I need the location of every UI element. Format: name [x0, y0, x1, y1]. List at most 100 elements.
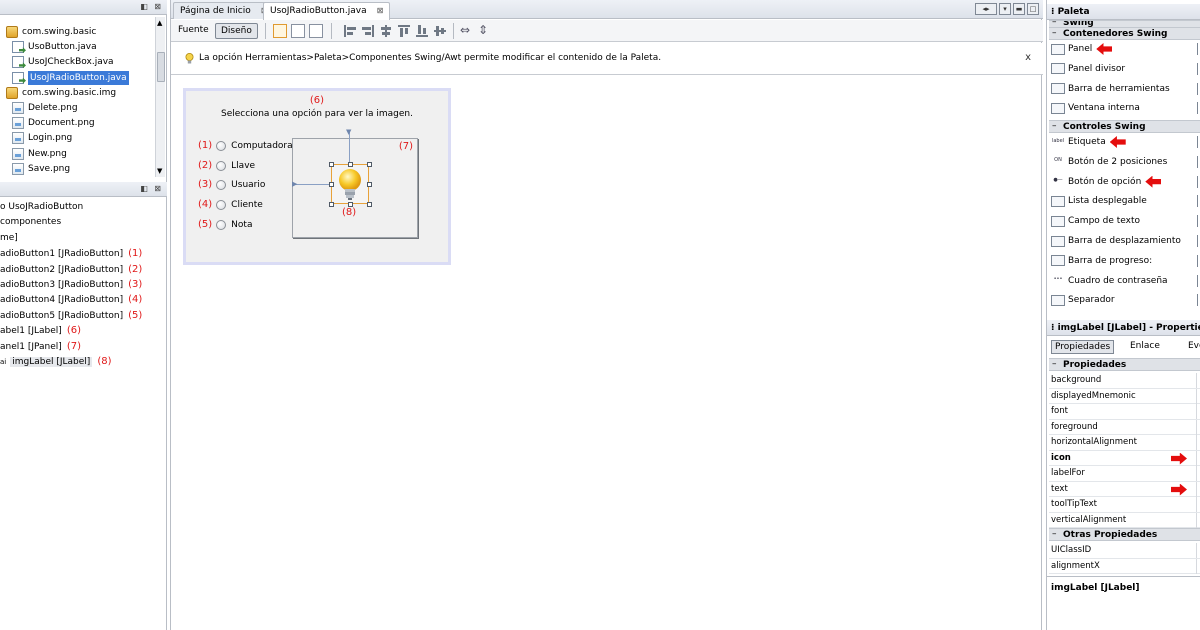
navigator-item[interactable]: adioButton1 [JRadioButton] (1): [0, 246, 142, 261]
palette-item[interactable]: label Etiqueta: [1051, 134, 1126, 150]
projects-window-controls[interactable]: ◧ ⊠: [140, 2, 163, 11]
navigator-item[interactable]: componentes: [0, 215, 61, 230]
form-designer-canvas[interactable]: (6) Selecciona una opción para ver la im…: [183, 88, 451, 265]
scroll-down-icon[interactable]: ▼: [157, 167, 162, 175]
property-row[interactable]: font: [1049, 404, 1200, 420]
tab-pagina-inicio[interactable]: Página de Inicio⊠: [173, 2, 275, 19]
close-hint-button[interactable]: x: [1025, 52, 1031, 63]
center-horizontal-icon[interactable]: [379, 24, 393, 38]
close-icon[interactable]: ⊠: [377, 6, 384, 15]
palette-item[interactable]: Barra de herramientas: [1051, 81, 1170, 97]
dropdown-icon[interactable]: ▾: [999, 3, 1011, 15]
project-tree-scrollbar[interactable]: ▲ ▼: [155, 17, 165, 177]
property-row[interactable]: labelFor: [1049, 466, 1200, 482]
resize-handle[interactable]: [348, 162, 353, 167]
navigator-item[interactable]: adioButton3 [JRadioButton] (3): [0, 277, 142, 292]
resize-handle[interactable]: [367, 162, 372, 167]
property-row[interactable]: foreground: [1049, 419, 1200, 435]
navigator-item[interactable]: adioButton5 [JRadioButton] (5): [0, 308, 142, 323]
tree-item[interactable]: UsoJRadioButton.java: [12, 70, 129, 85]
resize-handle[interactable]: [329, 182, 334, 187]
navigator-item[interactable]: me]: [0, 231, 18, 246]
property-row[interactable]: icon: [1049, 450, 1200, 466]
property-row[interactable]: background: [1049, 373, 1200, 389]
radio-button[interactable]: (3) Usuario: [198, 178, 265, 192]
palette-category-containers[interactable]: Contenedores Swing: [1049, 27, 1200, 40]
palette-item[interactable]: Barra de progreso:: [1051, 253, 1152, 269]
connection-mode-icon[interactable]: [291, 24, 305, 38]
radio-circle-icon[interactable]: [216, 219, 227, 230]
maximize-icon[interactable]: □: [1027, 3, 1039, 15]
radio-circle-icon[interactable]: [216, 180, 227, 191]
navigator-item[interactable]: abel1 [JLabel] (6): [0, 323, 81, 338]
radio-button[interactable]: (4) Cliente: [198, 198, 263, 212]
tree-item[interactable]: Save.png: [12, 162, 70, 176]
radio-circle-icon[interactable]: [216, 200, 227, 211]
tree-item[interactable]: UsoButton.java: [12, 40, 97, 54]
palette-item[interactable]: ON Botón de 2 posiciones: [1051, 154, 1167, 170]
selection-mode-icon[interactable]: [273, 24, 287, 38]
tree-item[interactable]: com.swing.basic.img: [6, 86, 116, 100]
scroll-up-icon[interactable]: ▲: [157, 19, 162, 27]
vertical-resize-icon[interactable]: ⇕: [478, 23, 488, 37]
property-row[interactable]: horizontalAlignment: [1049, 435, 1200, 451]
tab-usojradiobutton[interactable]: UsoJRadioButton.java ⊠: [263, 2, 391, 20]
tree-item[interactable]: com.swing.basic: [6, 25, 96, 39]
radio-circle-icon[interactable]: [216, 160, 227, 171]
palette-item[interactable]: Lista desplegable: [1051, 193, 1147, 209]
property-row[interactable]: UIClassID: [1049, 543, 1200, 559]
jpanel1[interactable]: (7) ▼ ▶ (8): [292, 128, 418, 238]
navigator-item[interactable]: anel1 [JPanel] (7): [0, 339, 81, 354]
properties-category[interactable]: Propiedades: [1049, 358, 1200, 371]
palette-item[interactable]: ●— Botón de opción: [1051, 174, 1162, 190]
palette-item[interactable]: Separador: [1051, 292, 1115, 308]
palette-item[interactable]: Panel divisor: [1051, 61, 1125, 77]
resize-handle[interactable]: [367, 182, 372, 187]
palette-item[interactable]: Panel: [1051, 41, 1113, 57]
design-button[interactable]: Diseño: [215, 23, 258, 39]
radio-button[interactable]: (1) Computadora: [198, 139, 293, 153]
resize-handle[interactable]: [329, 202, 334, 207]
palette-item[interactable]: Barra de desplazamiento: [1051, 233, 1181, 249]
img-label[interactable]: [331, 164, 369, 204]
property-row[interactable]: verticalAlignment: [1049, 512, 1200, 528]
navigator-window-controls[interactable]: ◧ ⊠: [140, 184, 163, 193]
jlabel1-text[interactable]: Selecciona una opción para ver la imagen…: [186, 109, 448, 119]
resize-handle[interactable]: [367, 202, 372, 207]
tree-item[interactable]: UsoJCheckBox.java: [12, 55, 114, 69]
other-properties-category[interactable]: Otras Propiedades: [1049, 528, 1200, 541]
tab-scroll-icon[interactable]: ◂▸: [975, 3, 997, 15]
tree-item[interactable]: Delete.png: [12, 101, 78, 115]
navigator-item[interactable]: adioButton4 [JRadioButton] (4): [0, 292, 142, 307]
align-right-icon[interactable]: [361, 24, 375, 38]
palette-item[interactable]: Ventana interna: [1051, 100, 1140, 116]
tree-item[interactable]: Document.png: [12, 116, 95, 130]
align-left-icon[interactable]: [343, 24, 357, 38]
resize-handle[interactable]: [329, 162, 334, 167]
tab-eventos[interactable]: Eve: [1185, 340, 1200, 354]
navigator-item[interactable]: adioButton2 [JRadioButton] (2): [0, 262, 142, 277]
tree-item[interactable]: Login.png: [12, 131, 72, 145]
navigator-item[interactable]: ai imgLabel [JLabel] (8): [0, 354, 111, 369]
align-bottom-icon[interactable]: [415, 24, 429, 38]
palette-item[interactable]: Campo de texto: [1051, 213, 1140, 229]
tab-enlace[interactable]: Enlace: [1127, 340, 1163, 354]
radio-circle-icon[interactable]: [216, 141, 227, 151]
preview-design-icon[interactable]: [309, 24, 323, 38]
property-row[interactable]: toolTipText: [1049, 497, 1200, 513]
scroll-thumb[interactable]: [157, 52, 165, 82]
palette-item[interactable]: ••• Cuadro de contraseña: [1051, 273, 1168, 289]
property-row[interactable]: displayedMnemonic: [1049, 388, 1200, 404]
horizontal-resize-icon[interactable]: ⇔: [460, 23, 470, 37]
align-top-icon[interactable]: [397, 24, 411, 38]
radio-button[interactable]: (5) Nota: [198, 218, 252, 232]
tree-item[interactable]: New.png: [12, 147, 67, 161]
property-row[interactable]: text: [1049, 481, 1200, 497]
property-row[interactable]: alignmentX: [1049, 558, 1200, 574]
minimize-icon[interactable]: ▬: [1013, 3, 1025, 15]
navigator-item[interactable]: o UsoJRadioButton: [0, 200, 83, 215]
center-vertical-icon[interactable]: [433, 24, 447, 38]
source-button[interactable]: Fuente: [173, 23, 214, 39]
radio-button[interactable]: (2) Llave: [198, 159, 255, 173]
palette-category-controls[interactable]: Controles Swing: [1049, 120, 1200, 133]
